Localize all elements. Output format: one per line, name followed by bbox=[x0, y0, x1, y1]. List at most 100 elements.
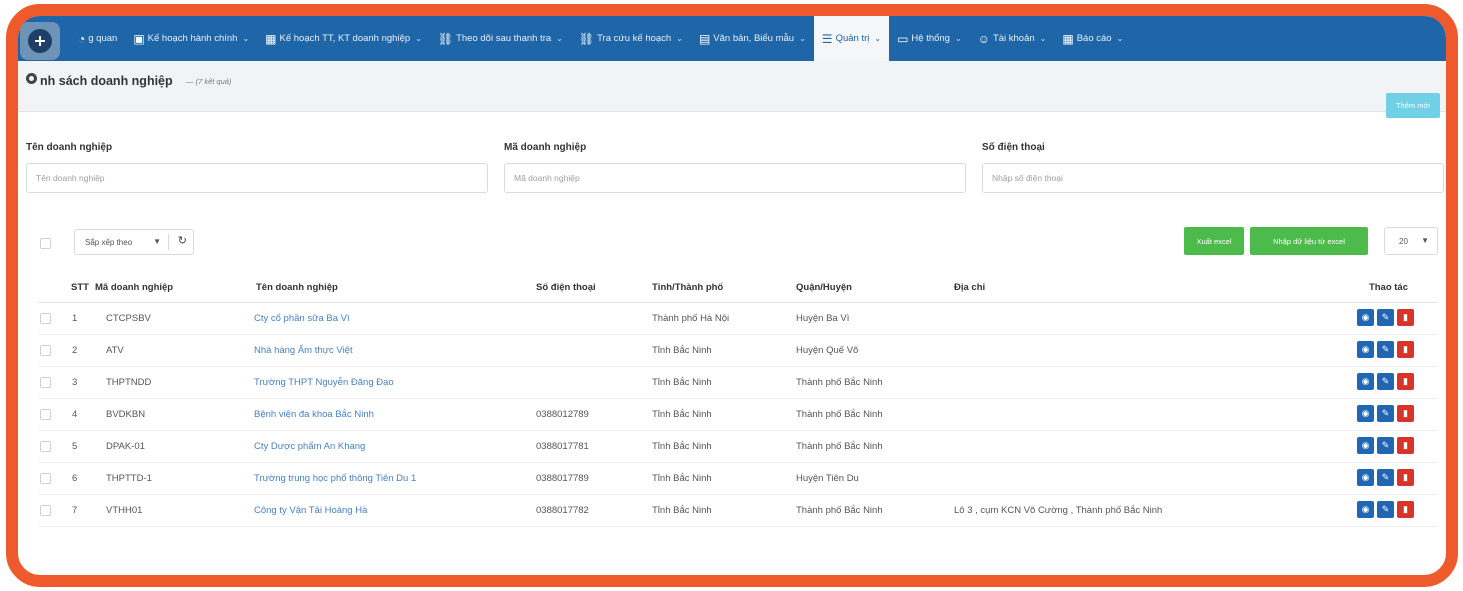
table-row: 7 VTHH01 Công ty Vận Tải Hoàng Hà 038801778… bbox=[38, 495, 1438, 527]
pencil-icon[interactable]: ✎ bbox=[1377, 405, 1394, 422]
row-checkbox[interactable] bbox=[40, 441, 51, 452]
sort-select[interactable]: Sắp xếp theo ▼ ↻ bbox=[74, 229, 194, 255]
nav-item-3[interactable]: ⛓ Theo dõi sau thanh tra ⌄ bbox=[430, 16, 571, 61]
filter-phone: Số điện thoại Nhập số điện thoại bbox=[982, 142, 1444, 193]
nav-item-6[interactable]: ☰ Quản trị ⌄ bbox=[813, 16, 890, 61]
cell-name[interactable]: Cty cổ phần sữa Ba Vì bbox=[254, 313, 350, 324]
eye-icon[interactable]: ◉ bbox=[1357, 373, 1374, 390]
table-body: 1 CTCPSBV Cty cổ phần sữa Ba Vì Thành phố H… bbox=[38, 303, 1438, 527]
row-checkbox[interactable] bbox=[40, 345, 51, 356]
header-name: Tên doanh nghiệp bbox=[256, 282, 338, 293]
cell-phone: 0388017781 bbox=[536, 441, 589, 452]
nav-item-label: Báo cáo bbox=[1076, 33, 1112, 44]
cell-name[interactable]: Bệnh viện đa khoa Bắc Ninh bbox=[254, 409, 374, 420]
cell-stt: 2 bbox=[72, 345, 78, 356]
filter-name: Tên doanh nghiệp Tên doanh nghiệp bbox=[26, 142, 488, 193]
row-actions: ◉ ✎ ▮ bbox=[1357, 341, 1414, 358]
code-input[interactable]: Mã doanh nghiệp bbox=[504, 163, 966, 193]
cell-name[interactable]: Trường trung học phổ thông Tiên Du 1 bbox=[254, 473, 416, 484]
page-header: nh sách doanh nghiệp — (7 kết quả) bbox=[18, 61, 1446, 112]
chevron-down-icon: ⌄ bbox=[799, 34, 806, 43]
monitor-icon: ▭ bbox=[897, 31, 909, 46]
row-checkbox[interactable] bbox=[40, 377, 51, 388]
nav-toggle-button[interactable] bbox=[20, 22, 60, 60]
nav-item-label: Kế hoạch TT, KT doanh nghiệp bbox=[279, 33, 411, 44]
chevron-down-icon: ▼ bbox=[1421, 236, 1429, 245]
name-input[interactable]: Tên doanh nghiệp bbox=[26, 163, 488, 193]
nav-item-2[interactable]: ▦ Kế hoạch TT, KT doanh nghiệp ⌄ bbox=[257, 16, 430, 61]
nav-item-9[interactable]: ▦ Báo cáo ⌄ bbox=[1054, 16, 1131, 61]
trash-icon[interactable]: ▮ bbox=[1397, 373, 1414, 390]
pencil-icon[interactable]: ✎ bbox=[1377, 437, 1394, 454]
cell-province: Tỉnh Bắc Ninh bbox=[652, 441, 712, 452]
eye-icon[interactable]: ◉ bbox=[1357, 405, 1374, 422]
trash-icon[interactable]: ▮ bbox=[1397, 309, 1414, 326]
trash-icon[interactable]: ▮ bbox=[1397, 341, 1414, 358]
pencil-icon[interactable]: ✎ bbox=[1377, 309, 1394, 326]
table-row: 3 THPTNDD Trường THPT Nguyễn Đăng Đạo Tỉnh … bbox=[38, 367, 1438, 399]
row-checkbox[interactable] bbox=[40, 409, 51, 420]
sort-select-label: Sắp xếp theo bbox=[85, 237, 133, 247]
nav-item-5[interactable]: ▤ Văn bản, Biểu mẫu ⌄ bbox=[691, 16, 814, 61]
nav-item-7[interactable]: ▭ Hệ thống ⌄ bbox=[889, 16, 970, 61]
header-code: Mã doanh nghiệp bbox=[95, 282, 174, 293]
eye-icon[interactable]: ◉ bbox=[1357, 501, 1374, 518]
pencil-icon[interactable]: ✎ bbox=[1377, 469, 1394, 486]
refresh-icon[interactable]: ↻ bbox=[178, 234, 187, 247]
row-checkbox[interactable] bbox=[40, 505, 51, 516]
trash-icon[interactable]: ▮ bbox=[1397, 469, 1414, 486]
select-all-checkbox[interactable] bbox=[40, 238, 51, 249]
trash-icon[interactable]: ▮ bbox=[1397, 501, 1414, 518]
cell-province: Tỉnh Bắc Ninh bbox=[652, 473, 712, 484]
row-actions: ◉ ✎ ▮ bbox=[1357, 501, 1414, 518]
row-actions: ◉ ✎ ▮ bbox=[1357, 405, 1414, 422]
cell-district: Thành phố Bắc Ninh bbox=[796, 377, 883, 388]
sliders-icon: ☰ bbox=[821, 31, 833, 46]
eye-icon[interactable]: ◉ bbox=[1357, 309, 1374, 326]
trash-icon[interactable]: ▮ bbox=[1397, 437, 1414, 454]
header-actions: Thao tác bbox=[1368, 282, 1408, 293]
nav-item-0[interactable]: ◔ g quan bbox=[70, 16, 125, 61]
pencil-icon[interactable]: ✎ bbox=[1377, 373, 1394, 390]
cell-stt: 7 bbox=[72, 505, 78, 516]
pencil-icon[interactable]: ✎ bbox=[1377, 341, 1394, 358]
nav-item-8[interactable]: ☺ Tài khoản ⌄ bbox=[970, 16, 1055, 61]
cell-code: ATV bbox=[106, 345, 124, 356]
trash-icon[interactable]: ▮ bbox=[1397, 405, 1414, 422]
nav-item-label: Tài khoản bbox=[992, 33, 1035, 44]
header-stt: STT bbox=[71, 282, 89, 293]
chevron-down-icon: ⌄ bbox=[1116, 34, 1124, 43]
user-icon: ☺ bbox=[977, 31, 990, 46]
page-size-select[interactable]: 20 ▼ bbox=[1384, 227, 1438, 255]
header-phone: Số điện thoại bbox=[536, 282, 596, 293]
chevron-down-icon: ⌄ bbox=[415, 34, 422, 43]
cell-district: Huyện Tiên Du bbox=[796, 473, 859, 484]
nav-item-4[interactable]: ⛓ Tra cứu kế hoạch ⌄ bbox=[571, 16, 691, 61]
cell-phone: 0388017789 bbox=[536, 473, 589, 484]
cell-name[interactable]: Trường THPT Nguyễn Đăng Đạo bbox=[254, 377, 394, 388]
binoculars-icon: ⛓ bbox=[578, 31, 595, 46]
row-checkbox[interactable] bbox=[40, 313, 51, 324]
cell-name[interactable]: Công ty Vận Tải Hoàng Hà bbox=[254, 505, 367, 516]
import-excel-button[interactable]: Nhập dữ liệu từ excel bbox=[1250, 227, 1368, 255]
phone-input[interactable]: Nhập số điện thoại bbox=[982, 163, 1444, 193]
nav-item-1[interactable]: ▣ Kế hoạch hành chính ⌄ bbox=[125, 16, 257, 61]
pencil-icon[interactable]: ✎ bbox=[1377, 501, 1394, 518]
export-excel-button[interactable]: Xuất excel bbox=[1184, 227, 1244, 255]
cell-name[interactable]: Cty Dược phẩm An Khang bbox=[254, 441, 365, 452]
cell-province: Tỉnh Bắc Ninh bbox=[652, 505, 712, 516]
chevron-down-icon: ⌄ bbox=[1039, 34, 1047, 43]
document-icon: ▤ bbox=[698, 31, 711, 46]
add-new-button[interactable]: Thêm mới bbox=[1386, 93, 1440, 118]
nav-item-label: Theo dõi sau thanh tra bbox=[456, 33, 552, 44]
calendar-icon: ▦ bbox=[265, 31, 277, 46]
row-actions: ◉ ✎ ▮ bbox=[1357, 469, 1414, 486]
eye-icon[interactable]: ◉ bbox=[1357, 469, 1374, 486]
eye-icon[interactable]: ◉ bbox=[1357, 437, 1374, 454]
header-province: Tỉnh/Thành phố bbox=[652, 282, 724, 293]
table-row: 6 THPTTD-1 Trường trung học phổ thông Tiên… bbox=[38, 463, 1438, 495]
cell-name[interactable]: Nhà hàng Ẩm thực Việt bbox=[254, 345, 353, 356]
row-checkbox[interactable] bbox=[40, 473, 51, 484]
eye-icon[interactable]: ◉ bbox=[1357, 341, 1374, 358]
cell-code: DPAK-01 bbox=[106, 441, 145, 452]
